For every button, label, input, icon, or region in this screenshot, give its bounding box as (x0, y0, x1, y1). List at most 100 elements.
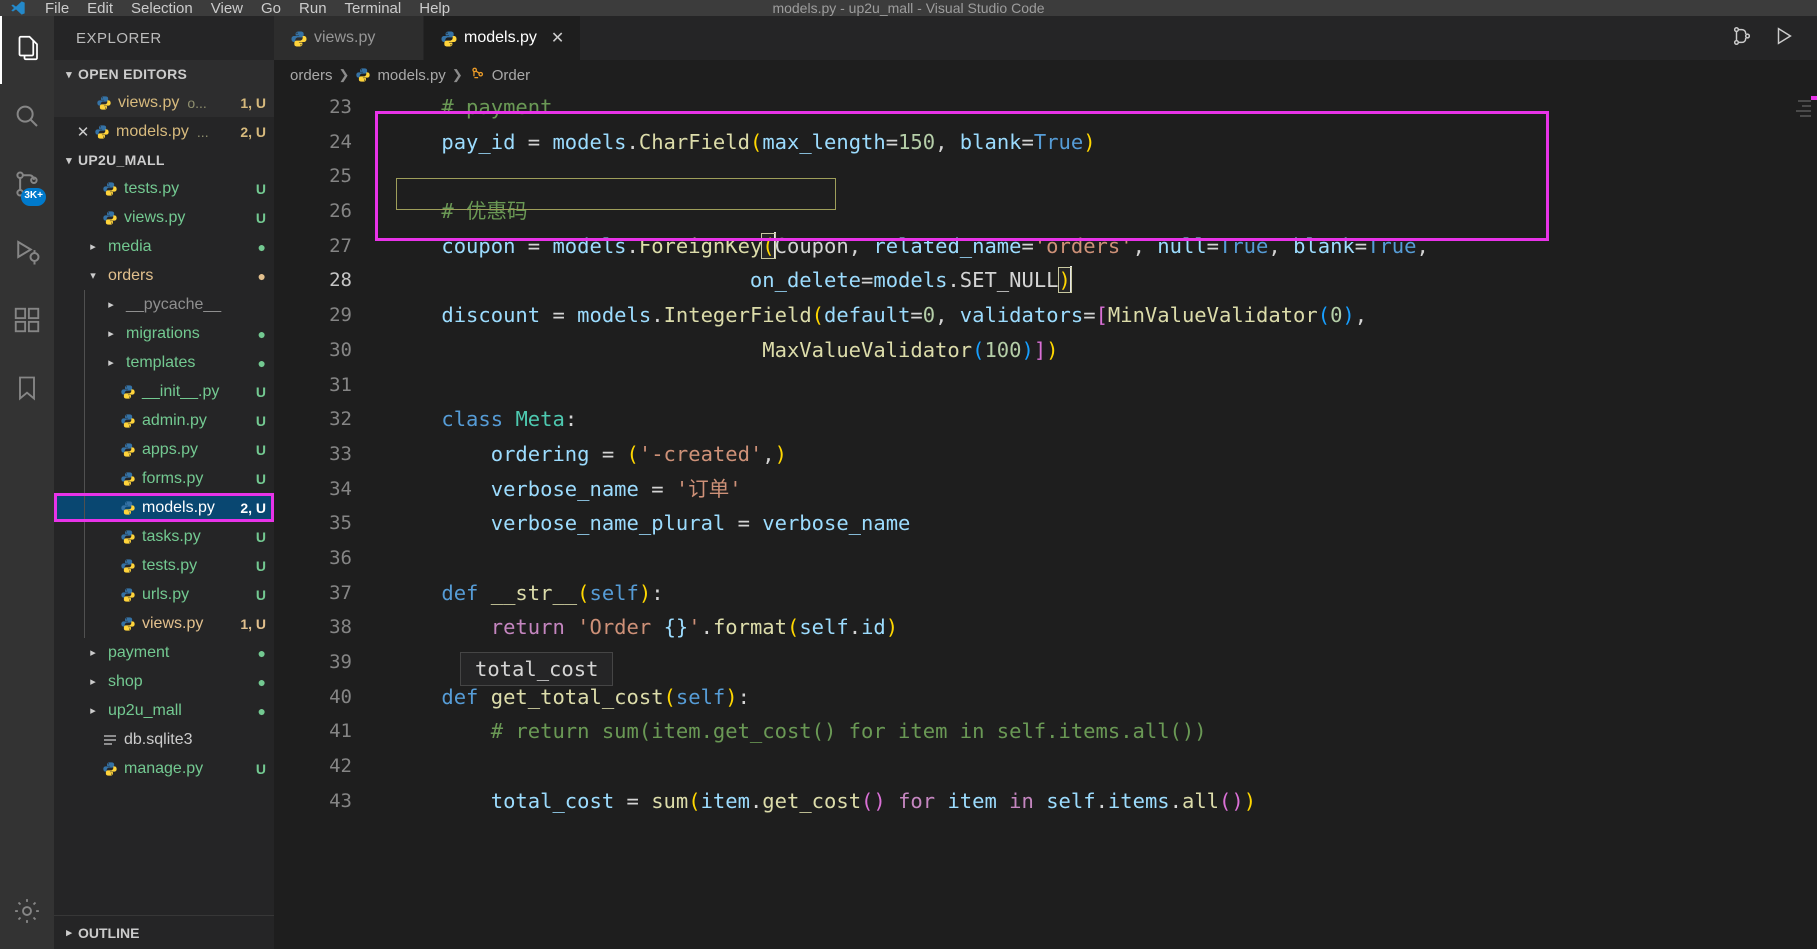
tree-item-label: media (108, 237, 152, 255)
code-line-29[interactable]: 29 discount = models.IntegerField(defaul… (274, 298, 1817, 333)
tree-item-migrations[interactable]: ▸ migrations ● (54, 319, 274, 348)
tree-item-tests-py[interactable]: tests.py U (54, 174, 274, 203)
tree-item-shop[interactable]: ▸ shop ● (54, 667, 274, 696)
tree-item-forms-py[interactable]: forms.py U (54, 464, 274, 493)
tree-item-db-sqlite3[interactable]: db.sqlite3 (54, 725, 274, 754)
code-line-27[interactable]: 27 coupon = models.ForeignKey(Coupon, re… (274, 229, 1817, 264)
breadcrumb-item-models-py[interactable]: models.py (377, 67, 445, 84)
close-icon[interactable]: ✕ (551, 28, 564, 48)
tree-item-tasks-py[interactable]: tasks.py U (54, 522, 274, 551)
code-line-41[interactable]: 41 # return sum(item.get_cost() for item… (274, 714, 1817, 749)
tree-item-templates[interactable]: ▸ templates ● (54, 348, 274, 377)
tree-item-status: U (255, 586, 266, 603)
tree-item-payment[interactable]: ▸ payment ● (54, 638, 274, 667)
activitybar-item-bookmarks[interactable] (0, 356, 54, 424)
tree-item-label: apps.py (142, 440, 199, 458)
python-icon (355, 67, 371, 83)
code-text: # payment (441, 95, 553, 119)
code-text: ordering = ('-created',) (490, 441, 787, 466)
python-icon (102, 761, 118, 777)
code-line-38[interactable]: 38 return 'Order {}'.format(self.id) (274, 610, 1817, 645)
code-line-24[interactable]: 24 pay_id = models.CharField(max_length=… (274, 125, 1817, 160)
source-control-badge: 3K+ (21, 188, 46, 206)
activitybar-item-explorer[interactable] (0, 16, 54, 84)
code-line-34[interactable]: 34 verbose_name = '订单' (274, 472, 1817, 507)
code-line-35[interactable]: 35 verbose_name_plural = verbose_name (274, 506, 1817, 541)
tree-item-tests-py[interactable]: tests.py U (54, 551, 274, 580)
activitybar-item-run-and-debug[interactable] (0, 220, 54, 288)
tree-item-apps-py[interactable]: apps.py U (54, 435, 274, 464)
activitybar-item-manage[interactable] (0, 877, 54, 949)
breadcrumb-item-orders[interactable]: orders (290, 67, 333, 84)
activity-bar: 3K+ (0, 16, 54, 949)
menu-go[interactable]: Go (252, 1, 290, 16)
tree-item-media[interactable]: ▸ media ● (54, 232, 274, 261)
menu-bar: File Edit Selection View Go Run Terminal… (0, 0, 1817, 16)
open-editor-models-py[interactable]: ✕ models.py ... 2, U (54, 117, 274, 146)
explorer-sidebar: EXPLORER ▾ OPEN EDITORS views.py o... 1,… (54, 16, 274, 949)
tree-item-label: templates (126, 353, 196, 371)
tree-item-models-py[interactable]: models.py 2, U (54, 493, 274, 522)
tree-item-status: ● (257, 673, 266, 690)
section-outline[interactable]: ▸ OUTLINE (54, 915, 274, 949)
tab-views-py[interactable]: views.py (274, 16, 424, 60)
tree-item-pycache[interactable]: ▸ __pycache__ (54, 290, 274, 319)
code-line-30[interactable]: 30 MaxValueValidator(100)]) (274, 333, 1817, 368)
tree-item-init-py[interactable]: __init__.py U (54, 377, 274, 406)
tree-item-status: ● (257, 702, 266, 719)
split-editor-icon[interactable] (1731, 25, 1753, 52)
breadcrumb-item-order[interactable]: Order (492, 67, 530, 84)
chevron-right-icon: ▸ (90, 647, 96, 659)
line-number: 38 (329, 616, 352, 639)
python-icon (120, 384, 136, 400)
close-icon[interactable]: ✕ (72, 123, 94, 141)
tree-item-views-py[interactable]: views.py 1, U (54, 609, 274, 638)
run-python-file-icon[interactable] (1773, 25, 1795, 52)
menu-file[interactable]: File (36, 1, 78, 16)
section-open-editors[interactable]: ▾ OPEN EDITORS (54, 60, 274, 88)
code-line-32[interactable]: 32 class Meta: (274, 402, 1817, 437)
python-icon (120, 529, 136, 545)
menu-help[interactable]: Help (410, 1, 459, 16)
file-tree: tests.py Uviews.py U ▸ media ● ▾ orders ● ▸ __pyca… (54, 174, 274, 783)
tree-item-up2u-mall[interactable]: ▸ up2u_mall ● (54, 696, 274, 725)
tree-item-views-py[interactable]: views.py U (54, 203, 274, 232)
vscode-logo-icon (0, 0, 36, 16)
activitybar-item-search[interactable] (0, 84, 54, 152)
python-icon (94, 124, 110, 140)
python-icon (440, 30, 457, 47)
tree-item-label: __init__.py (142, 382, 220, 400)
minimap[interactable] (1791, 90, 1817, 949)
chevron-down-icon: ▾ (66, 154, 72, 167)
code-line-33[interactable]: 33 ordering = ('-created',) (274, 437, 1817, 472)
code-line-26[interactable]: 26 # 优惠码 (274, 194, 1817, 229)
menu-terminal[interactable]: Terminal (336, 1, 411, 16)
tree-item-manage-py[interactable]: manage.py U (54, 754, 274, 783)
code-line-31[interactable]: 31 (274, 368, 1817, 403)
activitybar-item-source-control[interactable]: 3K+ (0, 152, 54, 220)
menu-view[interactable]: View (202, 1, 252, 16)
breadcrumb-separator: ❯ (451, 67, 463, 82)
tab-models-py[interactable]: models.py ✕ (424, 16, 582, 60)
python-icon (120, 587, 136, 603)
menu-edit[interactable]: Edit (78, 1, 122, 16)
code-line-25[interactable]: 25 (274, 159, 1817, 194)
open-editor-views-py[interactable]: views.py o... 1, U (54, 88, 274, 117)
tree-item-orders[interactable]: ▾ orders ● (54, 261, 274, 290)
tree-item-urls-py[interactable]: urls.py U (54, 580, 274, 609)
code-editor[interactable]: 23 # payment 24 pay_id = models.CharField… (274, 90, 1817, 949)
section-workspace[interactable]: ▾ UP2U_MALL (54, 146, 274, 174)
code-line-42[interactable]: 42 (274, 749, 1817, 784)
code-line-43[interactable]: 43 total_cost = sum(item.get_cost() for … (274, 784, 1817, 819)
code-line-28[interactable]: 28 on_delete=models.SET_NULL) (274, 263, 1817, 298)
code-line-36[interactable]: 36 (274, 541, 1817, 576)
code-line-23[interactable]: 23 # payment (274, 90, 1817, 125)
menu-selection[interactable]: Selection (122, 1, 202, 16)
activitybar-item-extensions[interactable] (0, 288, 54, 356)
tree-item-admin-py[interactable]: admin.py U (54, 406, 274, 435)
menu-run[interactable]: Run (290, 1, 336, 16)
python-icon (120, 471, 136, 487)
tree-item-status: ● (257, 644, 266, 661)
code-line-37[interactable]: 37 def __str__(self): (274, 576, 1817, 611)
suggest-widget[interactable]: total_cost (460, 652, 614, 686)
